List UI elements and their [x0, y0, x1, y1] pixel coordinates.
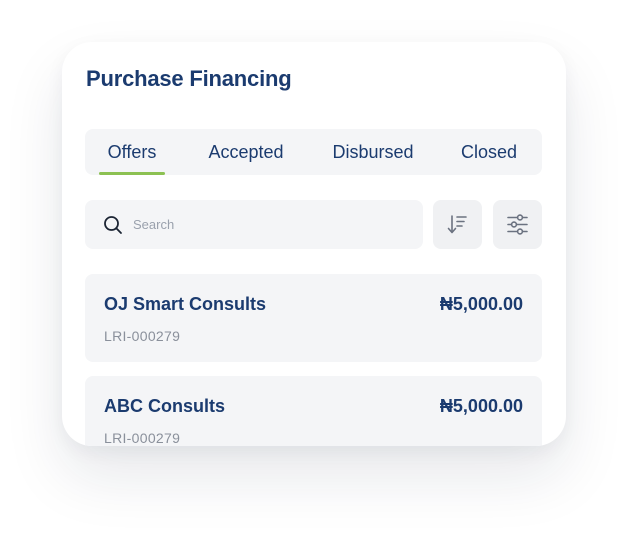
active-tab-indicator — [99, 172, 165, 175]
list-item[interactable]: ABC Consults ₦5,000.00 LRI-000279 — [85, 376, 542, 446]
list-item[interactable]: OJ Smart Consults ₦5,000.00 LRI-000279 — [85, 274, 542, 362]
page-title: Purchase Financing — [86, 66, 292, 91]
offer-name: OJ Smart Consults — [104, 294, 267, 314]
offer-name: ABC Consults — [104, 396, 225, 416]
filter-sliders-icon — [507, 214, 528, 235]
offer-amount: ₦5,000.00 — [439, 396, 523, 416]
sort-icon — [447, 215, 467, 234]
sort-button[interactable] — [433, 200, 482, 249]
offer-amount: ₦5,000.00 — [439, 294, 523, 314]
stage: Purchase Financing Offers Accepted Disbu… — [0, 0, 640, 541]
tab-offers[interactable]: Offers — [99, 129, 165, 175]
offer-reference: LRI-000279 — [104, 430, 181, 446]
offer-reference: LRI-000279 — [104, 328, 181, 344]
tab-closed[interactable]: Closed — [455, 129, 523, 175]
tab-bar: Offers Accepted Disbursed Closed — [85, 129, 542, 175]
filter-button[interactable] — [493, 200, 542, 249]
tab-accepted[interactable]: Accepted — [199, 129, 293, 175]
tab-disbursed[interactable]: Disbursed — [327, 129, 419, 175]
search-input[interactable] — [133, 212, 403, 237]
search-icon — [103, 215, 123, 235]
purchase-financing-card: Purchase Financing Offers Accepted Disbu… — [62, 42, 566, 446]
search-box — [85, 200, 423, 249]
